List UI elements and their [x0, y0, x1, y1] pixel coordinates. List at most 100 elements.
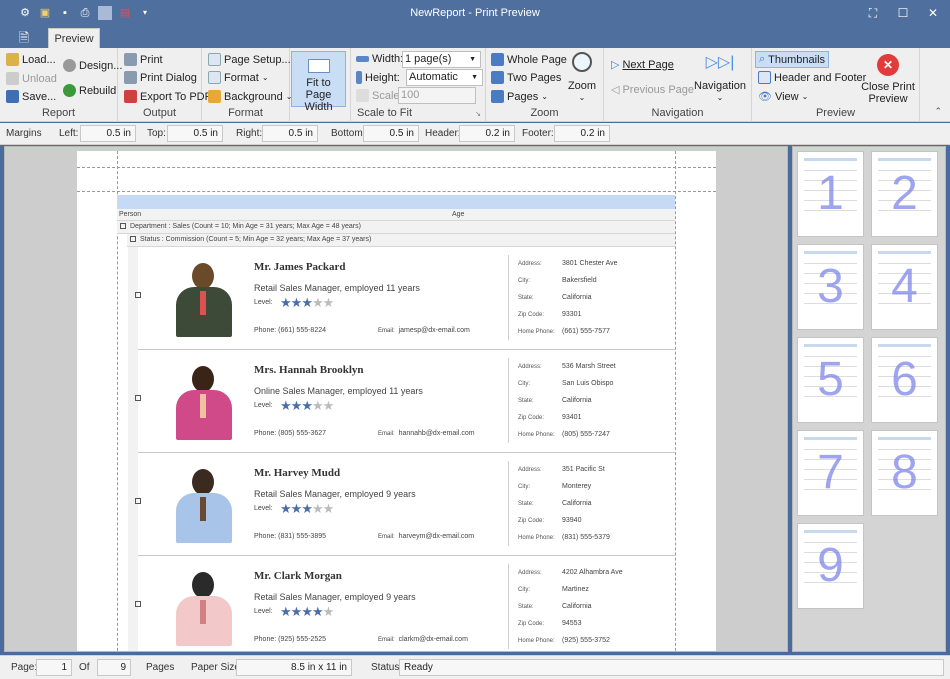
whole-page-icon — [491, 53, 504, 66]
format-button[interactable]: Format ⌄ — [208, 71, 269, 84]
zoom-button[interactable]: Zoom ⌄ — [564, 52, 600, 104]
footer-margin-field[interactable]: 0.2 in — [554, 125, 610, 142]
close-icon[interactable]: ✕ — [918, 3, 948, 23]
export-pdf-button[interactable]: Export To PDF — [124, 90, 211, 103]
star-icon: ★ — [301, 295, 313, 310]
page-thumbnail[interactable]: 6 — [871, 337, 938, 423]
thumbnails-button[interactable]: ⌕ Thumbnails — [755, 51, 830, 68]
export-pdf-icon[interactable]: ▤ — [118, 6, 132, 20]
fit-to-page-width-button[interactable]: Fit to Page Width — [291, 51, 346, 113]
page-thumbnail[interactable]: 8 — [871, 430, 938, 516]
page-setup-label: Page Setup... — [224, 53, 291, 66]
star-icon: ★ — [280, 604, 292, 619]
page-thumbnail[interactable]: 3 — [797, 244, 864, 330]
fit-width-icon — [307, 59, 330, 73]
level-label: Level: — [254, 505, 273, 512]
view-button[interactable]: 👁 View ⌄ — [758, 90, 808, 104]
close-print-preview-button[interactable]: ✕ Close Print Preview — [860, 54, 916, 105]
tab-preview[interactable]: Preview — [48, 28, 100, 48]
header-margin-field[interactable]: 0.2 in — [459, 125, 515, 142]
phone: Phone: (831) 555-3895 — [254, 533, 326, 540]
rebuild-button[interactable]: Rebuild — [63, 84, 116, 97]
navigation-label: Navigation — [694, 80, 746, 92]
group-header-status: Status : Commission (Count = 5; Min Age … — [127, 234, 675, 247]
next-page-button[interactable]: ▷ Next Page — [611, 58, 674, 72]
email: Email: hannahb@dx-email.com — [378, 430, 475, 437]
page-thumbnail[interactable]: 9 — [797, 523, 864, 609]
address-row: Address: 536 Marsh Street — [518, 358, 668, 375]
phone-value: (805) 555-3627 — [278, 430, 327, 437]
load-button[interactable]: Load... — [6, 53, 56, 66]
maximize-icon[interactable]: ☐ — [888, 3, 918, 23]
chevron-down-icon: ⌄ — [541, 92, 548, 101]
document-viewer[interactable]: Person Age Department : Sales (Count = 1… — [4, 146, 788, 652]
background-button[interactable]: Background ⌄ — [208, 90, 292, 103]
dialog-launcher-icon[interactable]: ↘ — [475, 110, 481, 118]
group-format: Page Setup... Format ⌄ Background ⌄ Format — [202, 48, 292, 122]
email-label: Email: — [378, 637, 395, 643]
page-thumbnail[interactable]: 7 — [797, 430, 864, 516]
collapse-icon[interactable] — [120, 223, 126, 230]
zip-label: Zip Code: — [518, 620, 545, 627]
height-text: Height: — [365, 71, 400, 84]
right-margin-label: Right: — [236, 128, 263, 139]
printer-dialog-icon — [124, 71, 137, 84]
top-margin-field[interactable]: 0.5 in — [167, 125, 223, 142]
page-thumbnail[interactable]: 4 — [871, 244, 938, 330]
file-tab-icon[interactable]: 🗎 — [10, 29, 38, 48]
expand-icon[interactable] — [135, 395, 141, 401]
bottom-margin-field[interactable]: 0.5 in — [363, 125, 419, 142]
collapse-icon[interactable] — [130, 236, 136, 243]
height-value: Automatic — [409, 71, 458, 83]
splitter-handle[interactable] — [789, 392, 792, 404]
thumbnail-number: 7 — [817, 446, 844, 499]
whole-page-button[interactable]: Whole Page — [491, 53, 567, 66]
print-icon[interactable]: ⎙ — [78, 6, 92, 20]
height-select[interactable]: Automatic ▼ — [406, 69, 483, 86]
restore-icon[interactable]: ⛶ — [858, 3, 888, 23]
open-icon[interactable]: ▣ — [38, 6, 52, 20]
print-dialog-button[interactable]: Print Dialog — [124, 71, 197, 84]
design-button[interactable]: Design... — [63, 59, 122, 72]
page-thumbnail[interactable]: 1 — [797, 151, 864, 237]
save-button[interactable]: Save... — [6, 90, 56, 103]
collapse-ribbon-icon[interactable]: ⌃ — [934, 106, 942, 117]
dropdown-icon[interactable]: ▾ — [138, 6, 152, 20]
page-thumbnail[interactable]: 5 — [797, 337, 864, 423]
scale-spinner[interactable]: 100 — [398, 87, 476, 104]
expand-icon[interactable] — [135, 292, 141, 298]
two-pages-button[interactable]: Two Pages — [491, 71, 561, 84]
previous-page-button[interactable]: ◁ Previous Page — [611, 83, 694, 97]
thumbnail-number: 6 — [891, 353, 918, 406]
expand-icon[interactable] — [135, 601, 141, 607]
state-label: State: — [518, 500, 534, 507]
table-row: Mr. Harvey Mudd Retail Sales Manager, emp… — [128, 453, 675, 556]
expand-icon[interactable] — [135, 498, 141, 504]
chevron-down-icon: ⌄ — [261, 73, 269, 82]
star-icon: ★ — [280, 295, 292, 310]
width-select[interactable]: 1 page(s) ▼ — [402, 51, 481, 68]
address-row: Address: 351 Pacific St — [518, 461, 668, 478]
print-button[interactable]: Print — [124, 53, 163, 66]
address-row: State: California — [518, 392, 668, 409]
page-setup-button[interactable]: Page Setup... — [208, 53, 291, 66]
unload-button[interactable]: Unload — [6, 72, 57, 85]
page-thumbnail[interactable]: 2 — [871, 151, 938, 237]
current-page-field[interactable]: 1 — [36, 659, 72, 676]
employee-photo — [168, 566, 238, 648]
left-margin-label: Left: — [59, 128, 79, 139]
navigation-button[interactable]: ▷▷| Navigation ⌄ — [692, 52, 748, 104]
divider — [508, 255, 509, 340]
star-icon: ★ — [322, 501, 335, 516]
header-footer-button[interactable]: Header and Footer — [758, 71, 866, 84]
load-label: Load... — [22, 53, 56, 66]
format-label: Format — [224, 71, 259, 84]
settings-icon[interactable]: ⚙ — [18, 6, 32, 20]
left-margin-field[interactable]: 0.5 in — [80, 125, 136, 142]
pages-button[interactable]: Pages ⌄ — [491, 90, 548, 103]
save-icon[interactable]: ▪ — [58, 6, 72, 20]
title-bar: ⚙ ▣ ▪ ⎙ ▤ ▾ NewReport - Print Preview ⛶ … — [0, 0, 950, 27]
whole-page-label: Whole Page — [507, 53, 567, 66]
right-margin-field[interactable]: 0.5 in — [262, 125, 318, 142]
address-row: State: California — [518, 495, 668, 512]
